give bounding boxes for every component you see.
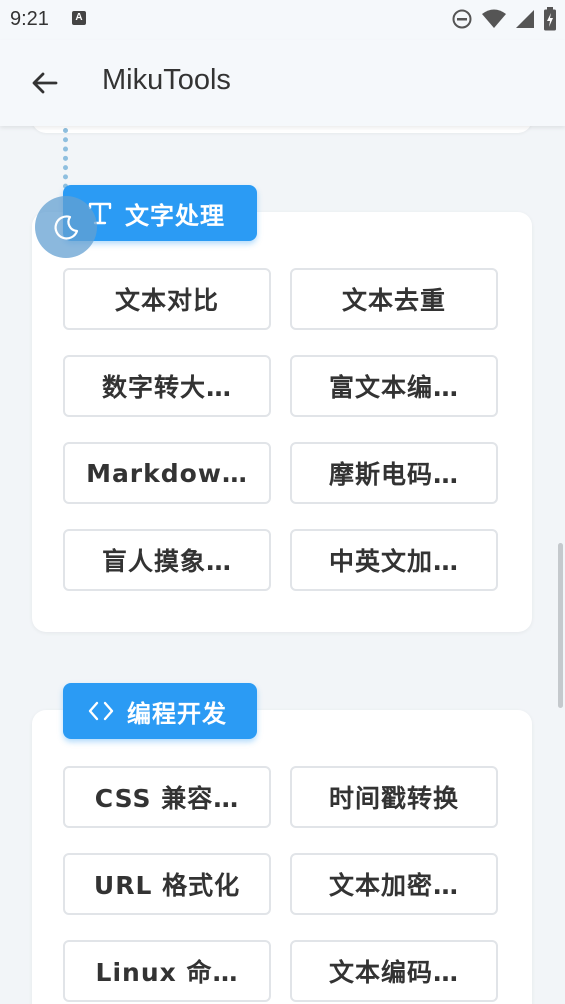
tool-button[interactable]: CSS 兼容…	[63, 766, 271, 828]
tool-button[interactable]: 时间戳转换	[290, 766, 498, 828]
signal-icon	[516, 10, 534, 28]
tool-button[interactable]: 摩斯电码…	[290, 442, 498, 504]
code-brackets-icon	[87, 698, 115, 724]
section-card-text-processing: 文本对比 文本去重 数字转大… 富文本编… Markdow… 摩斯电码… 盲人摸…	[32, 212, 532, 632]
battery-charging-icon	[544, 7, 556, 31]
tool-button[interactable]: 富文本编…	[290, 355, 498, 417]
arrow-left-icon	[32, 72, 58, 94]
tool-button[interactable]: 文本编码…	[290, 940, 498, 1002]
wifi-icon	[482, 9, 506, 28]
section-header-programming: 编程开发	[63, 683, 257, 739]
moon-icon	[54, 215, 79, 240]
app-title: MikuTools	[102, 64, 231, 96]
screen: 9:21 A MikuTools 文本对比 文本去重 数字转大… 富文本编… M…	[0, 0, 565, 1004]
dark-mode-toggle-button[interactable]	[35, 196, 97, 258]
section-title: 编程开发	[127, 699, 227, 728]
tool-button[interactable]: Linux 命…	[63, 940, 271, 1002]
tool-button[interactable]: URL 格式化	[63, 853, 271, 915]
tool-button[interactable]: 中英文加…	[290, 529, 498, 591]
section-title: 文字处理	[125, 201, 225, 230]
status-icons	[451, 7, 557, 31]
status-time: 9:21	[10, 8, 49, 30]
do-not-disturb-icon	[452, 9, 472, 29]
status-bar: 9:21 A	[0, 0, 565, 40]
app-bar: MikuTools	[0, 40, 565, 126]
tool-button[interactable]: 数字转大…	[63, 355, 271, 417]
section-card-programming: CSS 兼容… 时间戳转换 URL 格式化 文本加密… Linux 命… 文本编…	[32, 710, 532, 1004]
tool-button[interactable]: 文本加密…	[290, 853, 498, 915]
notification-a-icon: A	[72, 11, 86, 25]
tool-button[interactable]: 文本对比	[63, 268, 271, 330]
scrollbar-thumb[interactable]	[558, 543, 563, 708]
tool-button[interactable]: 盲人摸象…	[63, 529, 271, 591]
back-button[interactable]	[24, 62, 66, 104]
tool-button[interactable]: Markdow…	[63, 442, 271, 504]
tool-button[interactable]: 文本去重	[290, 268, 498, 330]
